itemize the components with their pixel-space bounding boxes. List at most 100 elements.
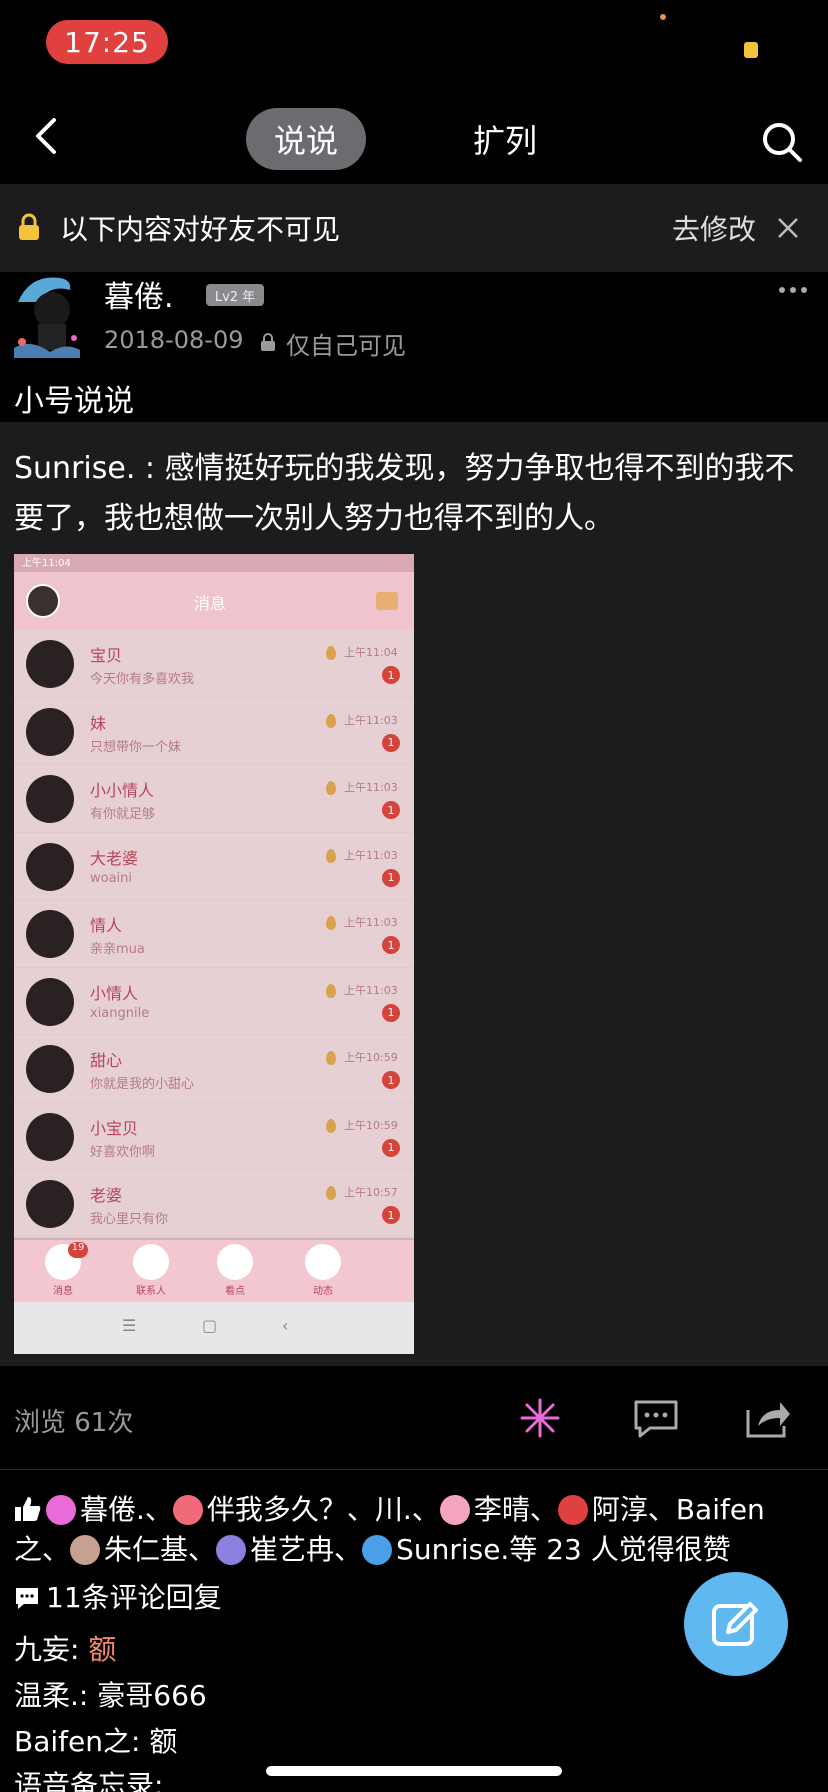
drop-icon	[326, 916, 336, 930]
embed-message-time: 上午11:03	[344, 713, 398, 727]
embed-message-row: 情人 亲亲mua 上午11:03 1	[14, 900, 414, 968]
embed-message-avatar	[26, 640, 74, 688]
embed-message-time: 上午10:57	[344, 1186, 398, 1199]
thumb-up-icon	[15, 1497, 41, 1521]
embed-message-row: 妹只想带你一个妹 上午11:03 1	[14, 697, 414, 765]
embed-system-nav: ☰ ▢ ‹	[14, 1302, 414, 1354]
embed-tab-icon	[133, 1244, 169, 1280]
embed-message-row: 甜心 你就是我的小甜心 上午10:59 1	[14, 1035, 414, 1103]
like-name[interactable]: Sunrise.等 23 人觉得很赞	[396, 1533, 731, 1566]
embed-tab-icon	[305, 1244, 341, 1280]
embedded-screenshot[interactable]: 上午11:04 消息 宝贝 今天你有多喜欢我 上午11:04 1 妹只想带你一个妹 上午1…	[14, 554, 414, 1354]
post-username[interactable]: 暮倦.	[104, 272, 174, 316]
compose-button[interactable]	[684, 1572, 788, 1676]
tab-shuoshuo[interactable]: 说说	[246, 108, 366, 170]
embed-unread-badge: 1	[382, 1138, 400, 1157]
comment-item[interactable]: Baifen之: 额	[14, 1720, 177, 1760]
comment-author[interactable]: 温柔.:	[14, 1679, 97, 1712]
post-title: 小号说说	[14, 384, 134, 419]
comment-author[interactable]: Baifen之:	[14, 1725, 149, 1758]
embed-unread-badge: 1	[382, 1206, 400, 1224]
embed-title: 消息	[194, 594, 227, 613]
like-icon[interactable]	[516, 1396, 564, 1440]
privacy-label: 仅自己可见	[286, 332, 406, 360]
comment-item[interactable]: 九妄: 额	[14, 1628, 116, 1668]
like-avatar-icon	[70, 1535, 101, 1565]
embed-unread-badge: 1	[382, 801, 400, 819]
drop-icon	[326, 1118, 336, 1133]
embed-sysnav-icon: ‹	[282, 1316, 289, 1335]
like-name[interactable]: 李晴、	[474, 1493, 558, 1526]
decor-star	[660, 14, 666, 20]
comment-author[interactable]: 九妄:	[14, 1633, 88, 1666]
embed-tab: 动态	[298, 1244, 348, 1298]
edit-link[interactable]: 去修改	[672, 208, 756, 248]
comment-count-label: 11条评论回复	[46, 1581, 222, 1614]
embed-message-name: 小情人	[90, 983, 139, 1003]
notice-text: 以下内容对好友不可见	[60, 213, 341, 246]
embed-tab-badge: 19	[68, 1242, 88, 1258]
like-avatar-icon	[46, 1495, 76, 1525]
embed-message-name: 老婆	[90, 1186, 123, 1205]
more-icon[interactable]	[778, 286, 808, 294]
like-name[interactable]: 崔艺冉、	[250, 1533, 362, 1566]
lock-icon	[261, 333, 275, 351]
embed-message-preview: xiangnile	[90, 1005, 150, 1021]
embed-unread-badge: 1	[382, 733, 400, 752]
embed-message-name: 小宝贝	[90, 1118, 139, 1138]
embed-message-avatar	[26, 977, 74, 1026]
avatar[interactable]	[10, 272, 86, 358]
drop-icon	[326, 1186, 336, 1200]
search-icon[interactable]	[760, 120, 804, 164]
post-header: 暮倦. Lv2 年 2018-08-09 仅自己可见 小号说说	[0, 272, 828, 422]
embed-message-preview: 亲亲mua	[90, 942, 145, 957]
tab-kuolie[interactable]: 扩列	[455, 108, 555, 170]
drop-icon	[326, 983, 336, 998]
embed-status-bar: 上午11:04	[14, 554, 414, 572]
embed-message-preview: 只想带你一个妹	[90, 739, 182, 755]
like-name[interactable]: 朱仁基、	[104, 1533, 216, 1566]
drop-icon	[326, 646, 336, 660]
drop-icon	[326, 1051, 336, 1065]
embed-message-list: 宝贝 今天你有多喜欢我 上午11:04 1 妹只想带你一个妹 上午11:03 1 小小情人 有你…	[14, 630, 414, 1238]
comment-icon[interactable]	[632, 1396, 680, 1440]
home-indicator[interactable]	[266, 1766, 562, 1776]
status-bar: 17:25	[0, 0, 828, 152]
back-icon[interactable]	[28, 116, 68, 156]
like-avatar-icon	[172, 1495, 203, 1525]
visibility-notice: 以下内容对好友不可见 去修改	[0, 184, 828, 272]
comment-item[interactable]: 语音备忘录:	[14, 1764, 163, 1792]
close-icon[interactable]	[776, 216, 800, 240]
share-icon[interactable]	[744, 1396, 792, 1440]
like-avatar-icon	[216, 1535, 247, 1565]
embed-message-time: 上午11:03	[344, 781, 398, 794]
embed-message-row: 大老婆 woaini 上午11:03 1	[14, 832, 414, 900]
embed-message-time: 上午11:03	[344, 983, 398, 997]
comment-text: 额	[149, 1725, 178, 1758]
lock-icon	[19, 213, 39, 240]
level-badge: Lv2 年	[206, 284, 264, 306]
embed-sysnav-icon: ☰	[122, 1316, 137, 1335]
status-time[interactable]: 17:25	[46, 20, 168, 64]
embed-message-preview: 好喜欢你啊	[90, 1144, 156, 1160]
comment-item[interactable]: 温柔.: 豪哥666	[14, 1674, 207, 1714]
embed-unread-badge: 1	[382, 1071, 400, 1089]
edit-icon	[712, 1602, 758, 1646]
embed-message-avatar	[26, 842, 74, 891]
like-name[interactable]: 伴我多久？、川.、	[207, 1493, 440, 1526]
like-name[interactable]: 暮倦.、	[80, 1493, 173, 1526]
embed-message-avatar	[26, 910, 74, 958]
comment-count[interactable]: 11条评论回复	[14, 1576, 222, 1616]
embed-message-row: 小情人 xiangnile 上午11:03 1	[14, 967, 414, 1035]
embed-header: 消息	[14, 572, 414, 630]
embed-tab: 联系人	[126, 1244, 176, 1298]
embed-message-avatar	[26, 775, 74, 823]
comment-author[interactable]: 语音备忘录:	[14, 1769, 163, 1792]
embed-message-row: 小宝贝 好喜欢你啊 上午10:59 1	[14, 1102, 414, 1170]
embed-unread-badge: 1	[382, 1003, 400, 1022]
comment-text: 豪哥666	[97, 1679, 207, 1712]
embed-message-row: 老婆 我心里只有你 上午10:57 1	[14, 1170, 414, 1238]
embed-tab-label: 消息	[53, 1286, 73, 1297]
likes-list[interactable]: 暮倦.、 伴我多久？、川.、 李晴、 阿淳、Baifen之、 朱仁基、 崔艺冉、 Sunri…	[14, 1490, 814, 1570]
embed-message-preview: 你就是我的小甜心	[90, 1077, 195, 1092]
